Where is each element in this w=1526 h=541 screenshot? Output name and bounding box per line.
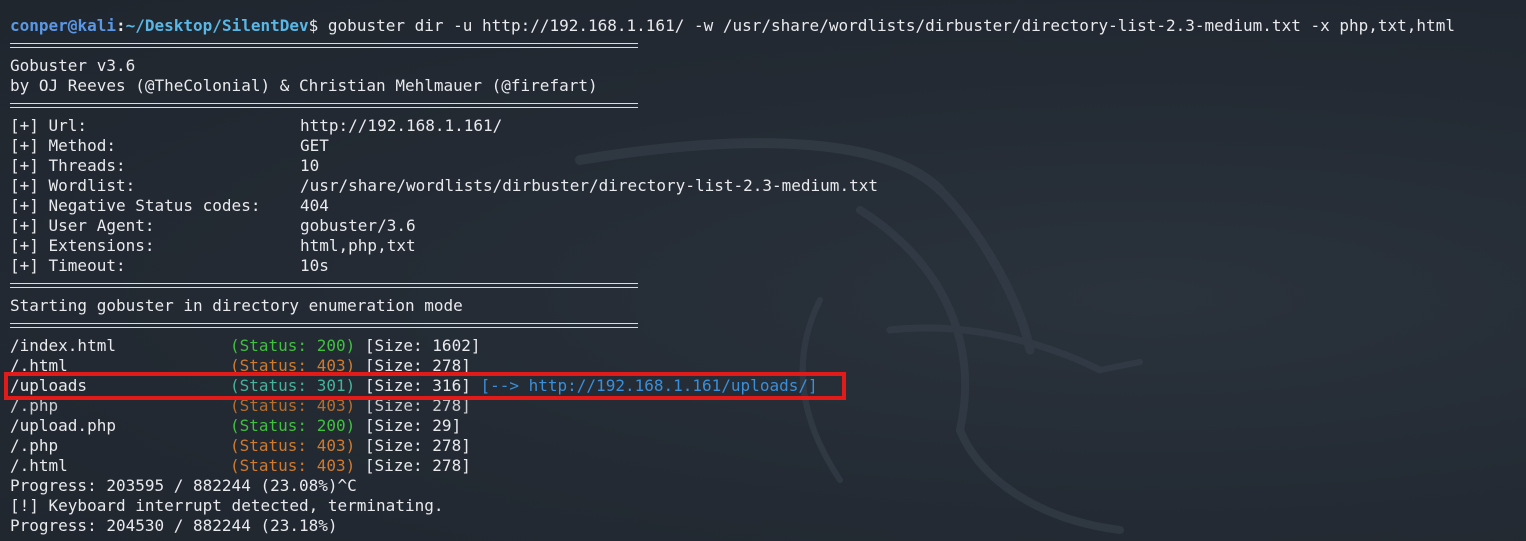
config-key: [+] Url: (10, 116, 88, 135)
config-value: html,php,txt (300, 236, 416, 255)
result-path: /index.html (10, 336, 116, 355)
prompt-at: @ (67, 16, 78, 35)
result-size: [Size: 1602] (355, 336, 481, 355)
prompt-user: conper (10, 16, 68, 35)
highlight-box (4, 372, 846, 400)
result-size: [Size: 29] (355, 416, 462, 435)
config-row: [+] Extensions: html,php,txt (10, 236, 1516, 256)
config-value: 10 (300, 156, 320, 175)
interrupt-message: [!] Keyboard interrupt detected, termina… (10, 496, 444, 515)
config-value: gobuster/3.6 (300, 216, 416, 235)
prompt-host: kali (77, 16, 116, 35)
banner-version: Gobuster v3.6 (10, 56, 136, 75)
start-message: Starting gobuster in directory enumerati… (10, 296, 463, 315)
config-key: [+] Threads: (10, 156, 126, 175)
config-key: [+] Extensions: (10, 236, 155, 255)
result-status: (Status: 403) (230, 456, 356, 475)
result-row: /.php (Status: 403) [Size: 278] (10, 436, 1516, 456)
separator-line (10, 96, 1516, 116)
config-key: [+] User Agent: (10, 216, 155, 235)
separator-line (10, 316, 1516, 336)
config-row: [+] Timeout: 10s (10, 256, 1516, 276)
prompt-path: ~/Desktop/SilentDev (125, 16, 309, 35)
config-value: GET (300, 136, 329, 155)
banner-authors: by OJ Reeves (@TheColonial) & Christian … (10, 76, 598, 95)
config-row: [+] Threads: 10 (10, 156, 1516, 176)
config-value: 404 (300, 196, 329, 215)
result-row: /upload.php (Status: 200) [Size: 29] (10, 416, 1516, 436)
result-path: /upload.php (10, 416, 116, 435)
result-size: [Size: 278] (355, 436, 471, 455)
progress-line: Progress: 204530 / 882244 (23.18%) (10, 516, 338, 535)
config-value: /usr/share/wordlists/dirbuster/directory… (300, 176, 878, 195)
separator-line (10, 276, 1516, 296)
result-status: (Status: 200) (230, 416, 356, 435)
config-row: [+] User Agent: gobuster/3.6 (10, 216, 1516, 236)
progress-line: Progress: 203595 / 882244 (23.08%)^C (10, 476, 357, 495)
config-row: [+] Wordlist: /usr/share/wordlists/dirbus… (10, 176, 1516, 196)
config-value: 10s (300, 256, 329, 275)
config-row: [+] Url: http://192.168.1.161/ (10, 116, 1516, 136)
config-key: [+] Negative Status codes: (10, 196, 261, 215)
result-path: /.php (10, 436, 59, 455)
result-status: (Status: 403) (230, 436, 356, 455)
result-size: [Size: 278] (355, 456, 471, 475)
prompt-separator: : (115, 16, 126, 35)
command-prompt-line: conper@kali:~/Desktop/SilentDev$ gobuste… (10, 16, 1516, 36)
config-key: [+] Timeout: (10, 256, 126, 275)
prompt-symbol: $ (308, 16, 319, 35)
separator-line (10, 36, 1516, 56)
config-key: [+] Method: (10, 136, 116, 155)
command-text: gobuster dir -u http://192.168.1.161/ -w… (318, 16, 1455, 35)
result-row: /.html (Status: 403) [Size: 278] (10, 456, 1516, 476)
result-path: /.html (10, 456, 68, 475)
config-key: [+] Wordlist: (10, 176, 136, 195)
config-row: [+] Negative Status codes: 404 (10, 196, 1516, 216)
result-row: /index.html (Status: 200) [Size: 1602] (10, 336, 1516, 356)
config-row: [+] Method: GET (10, 136, 1516, 156)
terminal-output[interactable]: conper@kali:~/Desktop/SilentDev$ gobuste… (10, 16, 1516, 536)
config-value: http://192.168.1.161/ (300, 116, 503, 135)
result-status: (Status: 200) (230, 336, 356, 355)
